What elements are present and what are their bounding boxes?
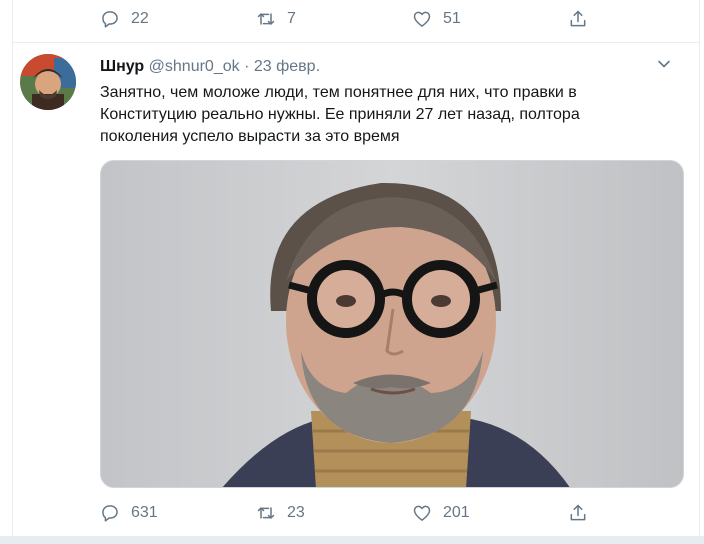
tweet-divider <box>13 42 699 43</box>
like-count: 51 <box>443 10 461 27</box>
reply-count: 22 <box>131 10 149 27</box>
tweet-date[interactable]: 23 февр. <box>254 58 320 75</box>
tweet-header: Шнур @shnur0_ok · 23 февр. <box>100 58 320 76</box>
heart-icon <box>413 11 431 27</box>
tweet-text-line: Занятно, чем моложе люди, тем понятнее д… <box>100 84 577 101</box>
retweet-icon <box>257 507 275 519</box>
portrait-image <box>101 161 683 487</box>
timeline-gap <box>0 536 704 544</box>
avatar[interactable] <box>20 54 76 110</box>
reply-button[interactable]: 631 <box>100 503 158 523</box>
retweet-count: 23 <box>287 504 305 521</box>
like-button[interactable]: 51 <box>412 9 461 29</box>
reply-count: 631 <box>131 504 158 521</box>
retweet-button[interactable]: 7 <box>256 9 296 29</box>
tweet-text-line: Конституцию реально нужны. Ее приняли 27… <box>100 106 580 123</box>
chevron-down-icon <box>658 60 670 68</box>
reply-icon <box>102 505 118 522</box>
heart-icon <box>413 505 431 521</box>
author-name[interactable]: Шнур <box>100 58 144 75</box>
tweet-photo[interactable] <box>100 160 684 488</box>
reply-button[interactable]: 22 <box>100 9 149 29</box>
share-icon <box>570 10 586 27</box>
tweet-text: Занятно, чем моложе люди, тем понятнее д… <box>100 82 620 148</box>
like-count: 201 <box>443 504 470 521</box>
header-separator: · <box>244 58 250 75</box>
share-icon <box>570 504 586 521</box>
reply-icon <box>102 11 118 28</box>
more-button[interactable] <box>656 56 672 72</box>
author-handle[interactable]: @shnur0_ok <box>149 58 240 75</box>
like-button[interactable]: 201 <box>412 503 470 523</box>
avatar-image <box>20 54 76 110</box>
retweet-count: 7 <box>287 10 296 27</box>
retweet-button[interactable]: 23 <box>256 503 305 523</box>
tweet-text-line: поколения успело вырасти за это время <box>100 128 400 145</box>
retweet-icon <box>257 13 275 25</box>
share-button[interactable] <box>568 503 588 523</box>
share-button[interactable] <box>568 9 588 29</box>
